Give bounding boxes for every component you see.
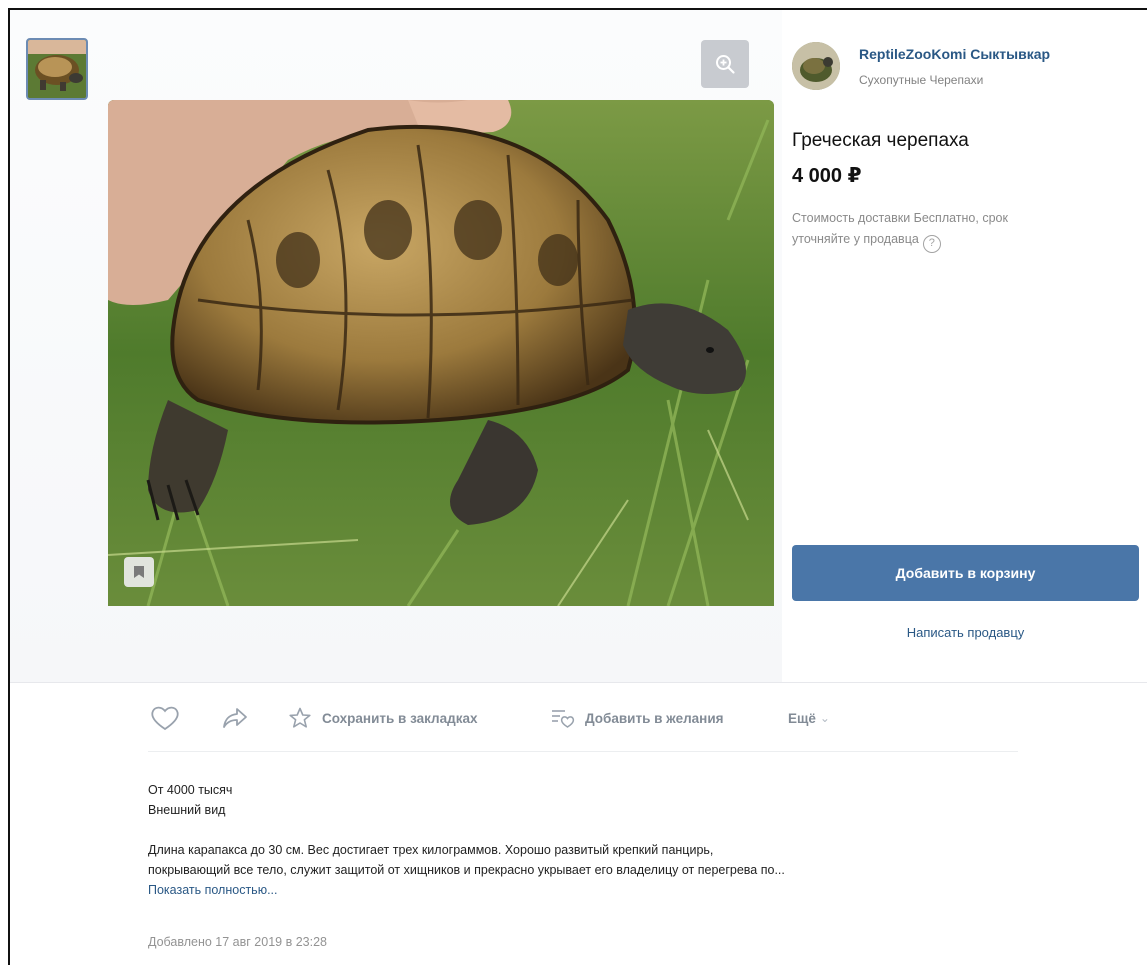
save-bookmarks-button[interactable]: Сохранить в закладках: [288, 700, 477, 736]
add-to-cart-button[interactable]: Добавить в корзину: [792, 545, 1139, 601]
zoom-icon: [716, 55, 735, 74]
product-price: 4 000 ₽: [792, 165, 862, 187]
add-wishlist-button[interactable]: Добавить в желания: [551, 700, 724, 736]
share-button[interactable]: [222, 700, 248, 736]
help-icon[interactable]: ?: [922, 234, 941, 253]
product-description: От 4000 тысяч Внешний вид Длина карапакс…: [148, 780, 1048, 900]
like-button[interactable]: [150, 700, 180, 736]
delivery-line-1: Стоимость доставки Бесплатно, срок: [792, 211, 1008, 225]
added-date: Добавлено 17 авг 2019 в 23:28: [148, 935, 327, 949]
chevron-down-icon: ⌄: [819, 711, 830, 725]
add-wishlist-label: Добавить в желания: [585, 710, 724, 726]
delivery-line-2: уточняйте у продавца: [792, 232, 919, 246]
wishlist-icon: [552, 710, 575, 728]
share-icon: [223, 708, 247, 728]
product-viewer: ReptileZooKomi Сыктывкар Сухопутные Чере…: [8, 8, 1147, 965]
like-icon: [151, 706, 179, 731]
delivery-line-2-wrap: уточняйте у продавца?: [792, 229, 1112, 253]
photo-bookmark-button[interactable]: [124, 557, 154, 587]
description-gap: [148, 820, 1048, 840]
description-line-2: Внешний вид: [148, 803, 226, 817]
avatar-image: [792, 42, 840, 90]
show-full-link[interactable]: Показать полностью...: [148, 883, 278, 897]
photo-thumbnail[interactable]: [26, 38, 88, 100]
save-bookmarks-label: Сохранить в закладках: [322, 710, 478, 726]
bookmark-icon: [134, 566, 144, 578]
seller-block[interactable]: ReptileZooKomi Сыктывкар Сухопутные Чере…: [792, 40, 1142, 96]
zoom-button[interactable]: [701, 40, 749, 88]
write-seller-link[interactable]: Написать продавцу: [792, 625, 1139, 640]
star-icon: [289, 707, 311, 728]
action-bar: Сохранить в закладках Добавить в желания…: [148, 700, 1028, 736]
thumbnail-image: [28, 40, 86, 98]
section-divider: [10, 682, 1147, 683]
seller-name[interactable]: ReptileZooKomi Сыктывкар: [859, 46, 1050, 62]
delivery-info: Стоимость доставки Бесплатно, срок уточн…: [792, 208, 1112, 253]
description-line-1: От 4000 тысяч: [148, 783, 233, 797]
product-title: Греческая черепаха: [792, 130, 969, 151]
description-line-4: покрывающий все тело, служит защитой от …: [148, 863, 785, 877]
tortoise-image: [108, 100, 774, 606]
product-top-panel: ReptileZooKomi Сыктывкар Сухопутные Чере…: [10, 10, 1147, 682]
more-label: Ещё: [788, 710, 816, 726]
actions-divider: [148, 751, 1018, 752]
gallery-area: [10, 10, 782, 682]
more-menu-button[interactable]: Ещё ⌄: [788, 700, 830, 736]
seller-category[interactable]: Сухопутные Черепахи: [859, 73, 983, 87]
seller-avatar[interactable]: [792, 42, 840, 90]
description-line-3: Длина карапакса до 30 см. Вес достигает …: [148, 843, 714, 857]
product-photo[interactable]: [108, 100, 774, 606]
